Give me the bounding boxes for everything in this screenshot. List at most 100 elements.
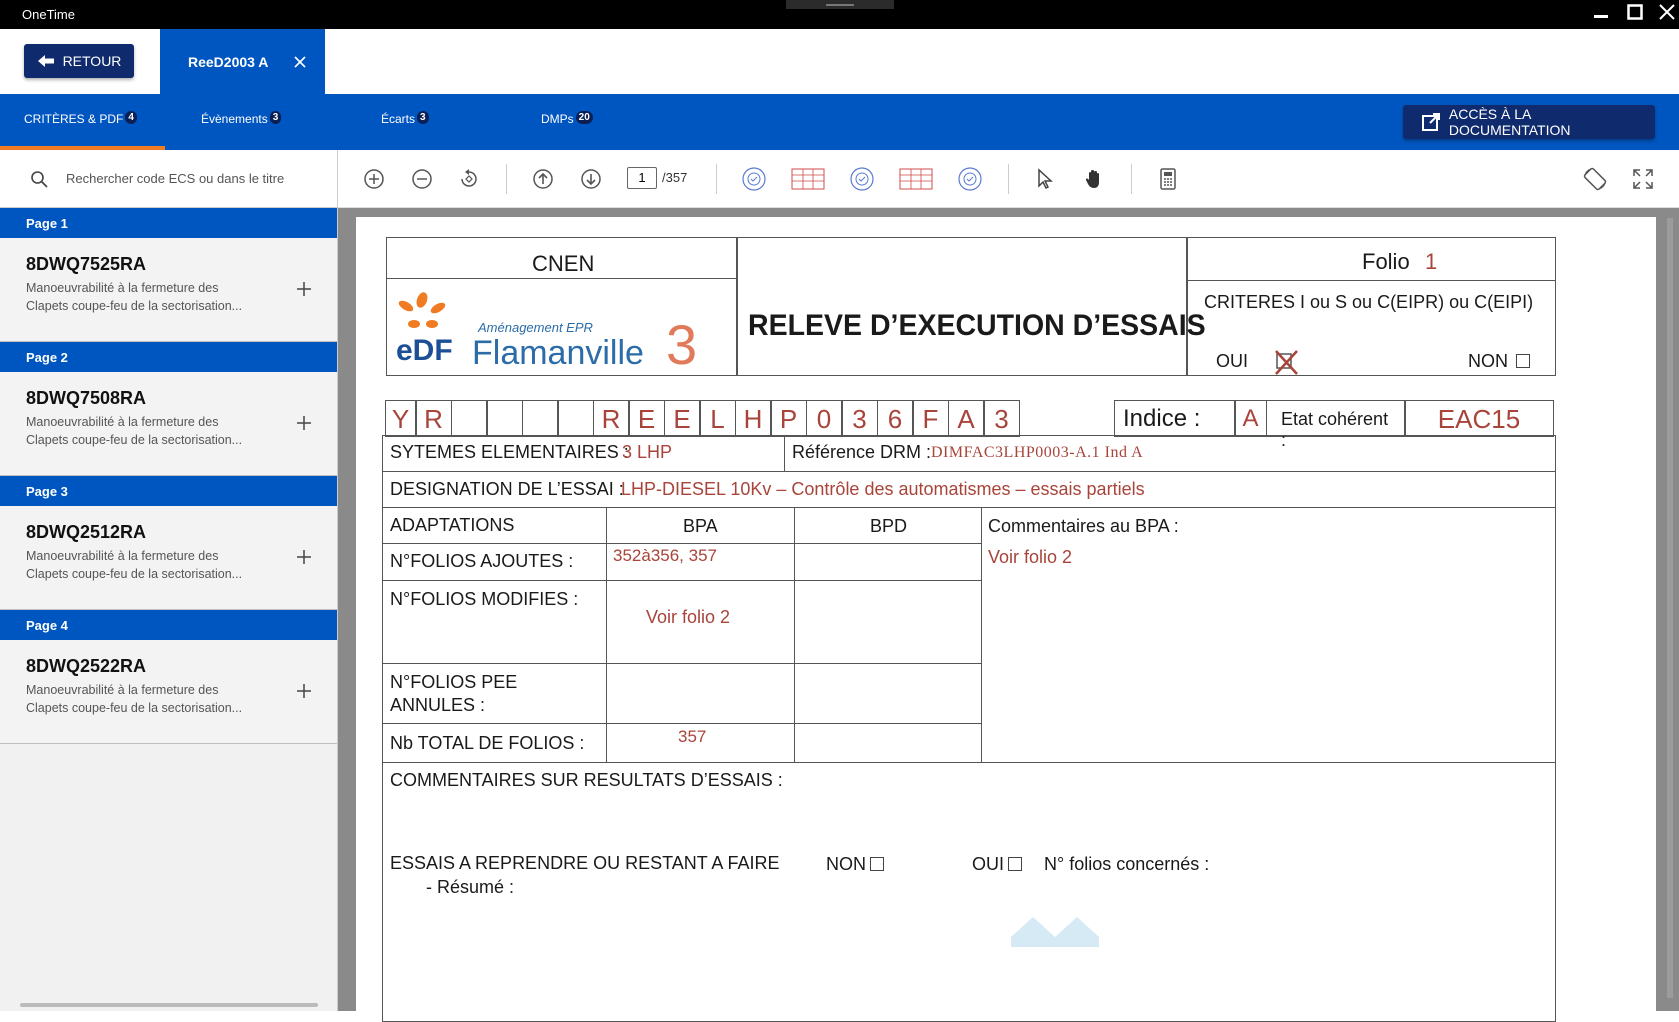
rotate-icon[interactable] [454, 164, 484, 194]
code-cell: E [628, 400, 665, 437]
previous-page-icon[interactable] [528, 164, 558, 194]
page-number-input[interactable]: 1 [627, 167, 657, 189]
ecs-description: Manoeuvrabilité à la fermeture des Clapet… [26, 415, 243, 447]
code-cell: Y [384, 400, 417, 437]
logo-edf-text: eDF [396, 334, 453, 367]
stamp-circle-icon[interactable] [739, 164, 769, 194]
ecs-description: Manoeuvrabilité à la fermeture des Clapet… [26, 683, 243, 715]
non-label: NON [1468, 351, 1508, 371]
reference-value: DIMFAC3LHP0003-A.1 Ind A [931, 444, 1144, 461]
tab-ecarts[interactable]: Écarts 3 [381, 94, 429, 150]
pdf-page: CNEN eDF Aménagement EPR Flamanville 3 R… [356, 217, 1656, 1022]
logo-subtitle: Aménagement EPR [478, 320, 593, 335]
folios-pee-label-2: ANNULES : [390, 695, 486, 715]
tab-label: CRITÈRES & PDF [24, 112, 124, 126]
search-input[interactable]: Rechercher code ECS ou dans le titre [66, 171, 284, 186]
documentation-label: ACCÈS À LA DOCUMENTATION [1448, 106, 1571, 138]
code-cell: 0 [805, 400, 843, 437]
calculator-icon[interactable] [1153, 164, 1183, 194]
tab-criteres-pdf[interactable]: CRITÈRES & PDF 4 [0, 94, 165, 150]
search-bar[interactable]: Rechercher code ECS ou dans le titre [0, 150, 337, 208]
list-item[interactable]: 8DWQ2522RA Manoeuvrabilité à la fermetur… [0, 640, 337, 744]
maximize-icon[interactable] [1620, 2, 1650, 26]
stamp-table-icon[interactable] [788, 164, 828, 194]
document-tab[interactable]: ReeD2003 A [160, 29, 325, 94]
plus-icon[interactable] [296, 276, 312, 304]
tab-evenements[interactable]: Évènements 3 [201, 94, 282, 150]
plus-icon[interactable] [296, 544, 312, 572]
code-cell: R [415, 400, 452, 437]
minimize-icon[interactable] [1586, 2, 1616, 26]
select-cursor-icon[interactable] [1031, 164, 1061, 194]
back-button[interactable]: RETOUR [24, 44, 134, 78]
essais-reprendre-label: ESSAIS A REPRENDRE OU RESTANT A FAIRE [390, 853, 780, 873]
zoom-in-icon[interactable] [359, 164, 389, 194]
documentation-button[interactable]: ACCÈS À LA DOCUMENTATION [1403, 105, 1655, 139]
code-cell: 3 [841, 400, 878, 437]
adaptations-header: ADAPTATIONS [390, 515, 515, 535]
code-cell [450, 400, 488, 437]
code-cell: R [592, 400, 630, 437]
stamp-table-icon[interactable] [896, 164, 936, 194]
code-cell: F [912, 400, 949, 437]
code-cell: 6 [876, 400, 914, 437]
bpa-header: BPA [683, 516, 718, 536]
oui2-checkbox [1008, 857, 1022, 871]
systemes-label: SYTEMES ELEMENTAIRES : [390, 442, 629, 462]
etat-value: EAC15 [1404, 400, 1554, 437]
next-page-icon[interactable] [576, 164, 606, 194]
external-link-icon [1422, 113, 1440, 131]
separator [1131, 164, 1132, 194]
nb-total-label: Nb TOTAL DE FOLIOS : [390, 733, 585, 753]
pan-hand-icon[interactable] [1079, 164, 1109, 194]
ecs-description: Manoeuvrabilité à la fermeture des Clapet… [26, 549, 243, 581]
close-tab-icon[interactable] [294, 55, 306, 68]
page-total: /357 [662, 170, 688, 185]
stamp-circle-icon[interactable] [955, 164, 985, 194]
pdf-viewer[interactable]: CNEN eDF Aménagement EPR Flamanville 3 R… [338, 208, 1679, 1022]
indice-value: A [1234, 400, 1267, 437]
arrow-left-icon [37, 55, 54, 67]
title-box [736, 237, 1188, 376]
code-cell [521, 400, 559, 437]
tab-dmps[interactable]: DMPs 20 [541, 94, 593, 150]
zoom-out-icon[interactable] [407, 164, 437, 194]
rotate-view-icon[interactable] [1580, 164, 1610, 194]
test-execution-form: CNEN eDF Aménagement EPR Flamanville 3 R… [356, 217, 1656, 1022]
drag-handle[interactable] [786, 0, 894, 9]
edf-flamanville-logo: eDF Aménagement EPR Flamanville 3 [396, 292, 726, 376]
oui-checkbox [1273, 350, 1301, 376]
comm-bpa-label: Commentaires au BPA : [988, 516, 1179, 536]
vertical-scrollbar[interactable] [1667, 218, 1673, 998]
adaptations-table [382, 507, 1556, 763]
oui-label: OUI [1216, 351, 1249, 371]
stamp-circle-icon[interactable] [847, 164, 877, 194]
code-cell: 3 [983, 400, 1020, 437]
document-tab-label: ReeD2003 A [188, 53, 269, 70]
main-nav: CRITÈRES & PDF 4 Évènements 3 Écarts 3 DMPs… [0, 94, 1679, 150]
tab-label: Écarts [381, 112, 416, 126]
ecs-code: 8DWQ7525RA [26, 254, 147, 274]
horizontal-scrollbar[interactable] [20, 1003, 318, 1007]
list-item[interactable]: 8DWQ2512RA Manoeuvrabilité à la fermetur… [0, 506, 337, 610]
bpd-header: BPD [870, 516, 908, 536]
list-item[interactable]: 8DWQ7508RA Manoeuvrabilité à la fermetur… [0, 372, 337, 476]
code-cell: P [770, 400, 807, 437]
code-cell [486, 400, 523, 437]
nb-total-value: 357 [678, 727, 707, 746]
page-section: Page 2 8DWQ7508RA Manoeuvrabilité à la f… [0, 342, 337, 476]
cnen-label: CNEN [532, 251, 595, 276]
separator [506, 164, 507, 194]
plus-icon[interactable] [296, 678, 312, 706]
folio-value: 1 [1425, 249, 1438, 274]
page-header: Page 1 [0, 208, 337, 238]
code-cell: A [947, 400, 985, 437]
page-section: Page 1 8DWQ7525RA Manoeuvrabilité à la f… [0, 208, 337, 342]
close-window-icon[interactable] [1652, 2, 1679, 26]
code-cell [557, 400, 594, 437]
code-cell: L [699, 400, 736, 437]
non-checkbox [1516, 354, 1530, 368]
plus-icon[interactable] [296, 410, 312, 438]
fullscreen-icon[interactable] [1628, 164, 1658, 194]
list-item[interactable]: 8DWQ7525RA Manoeuvrabilité à la fermetur… [0, 238, 337, 342]
